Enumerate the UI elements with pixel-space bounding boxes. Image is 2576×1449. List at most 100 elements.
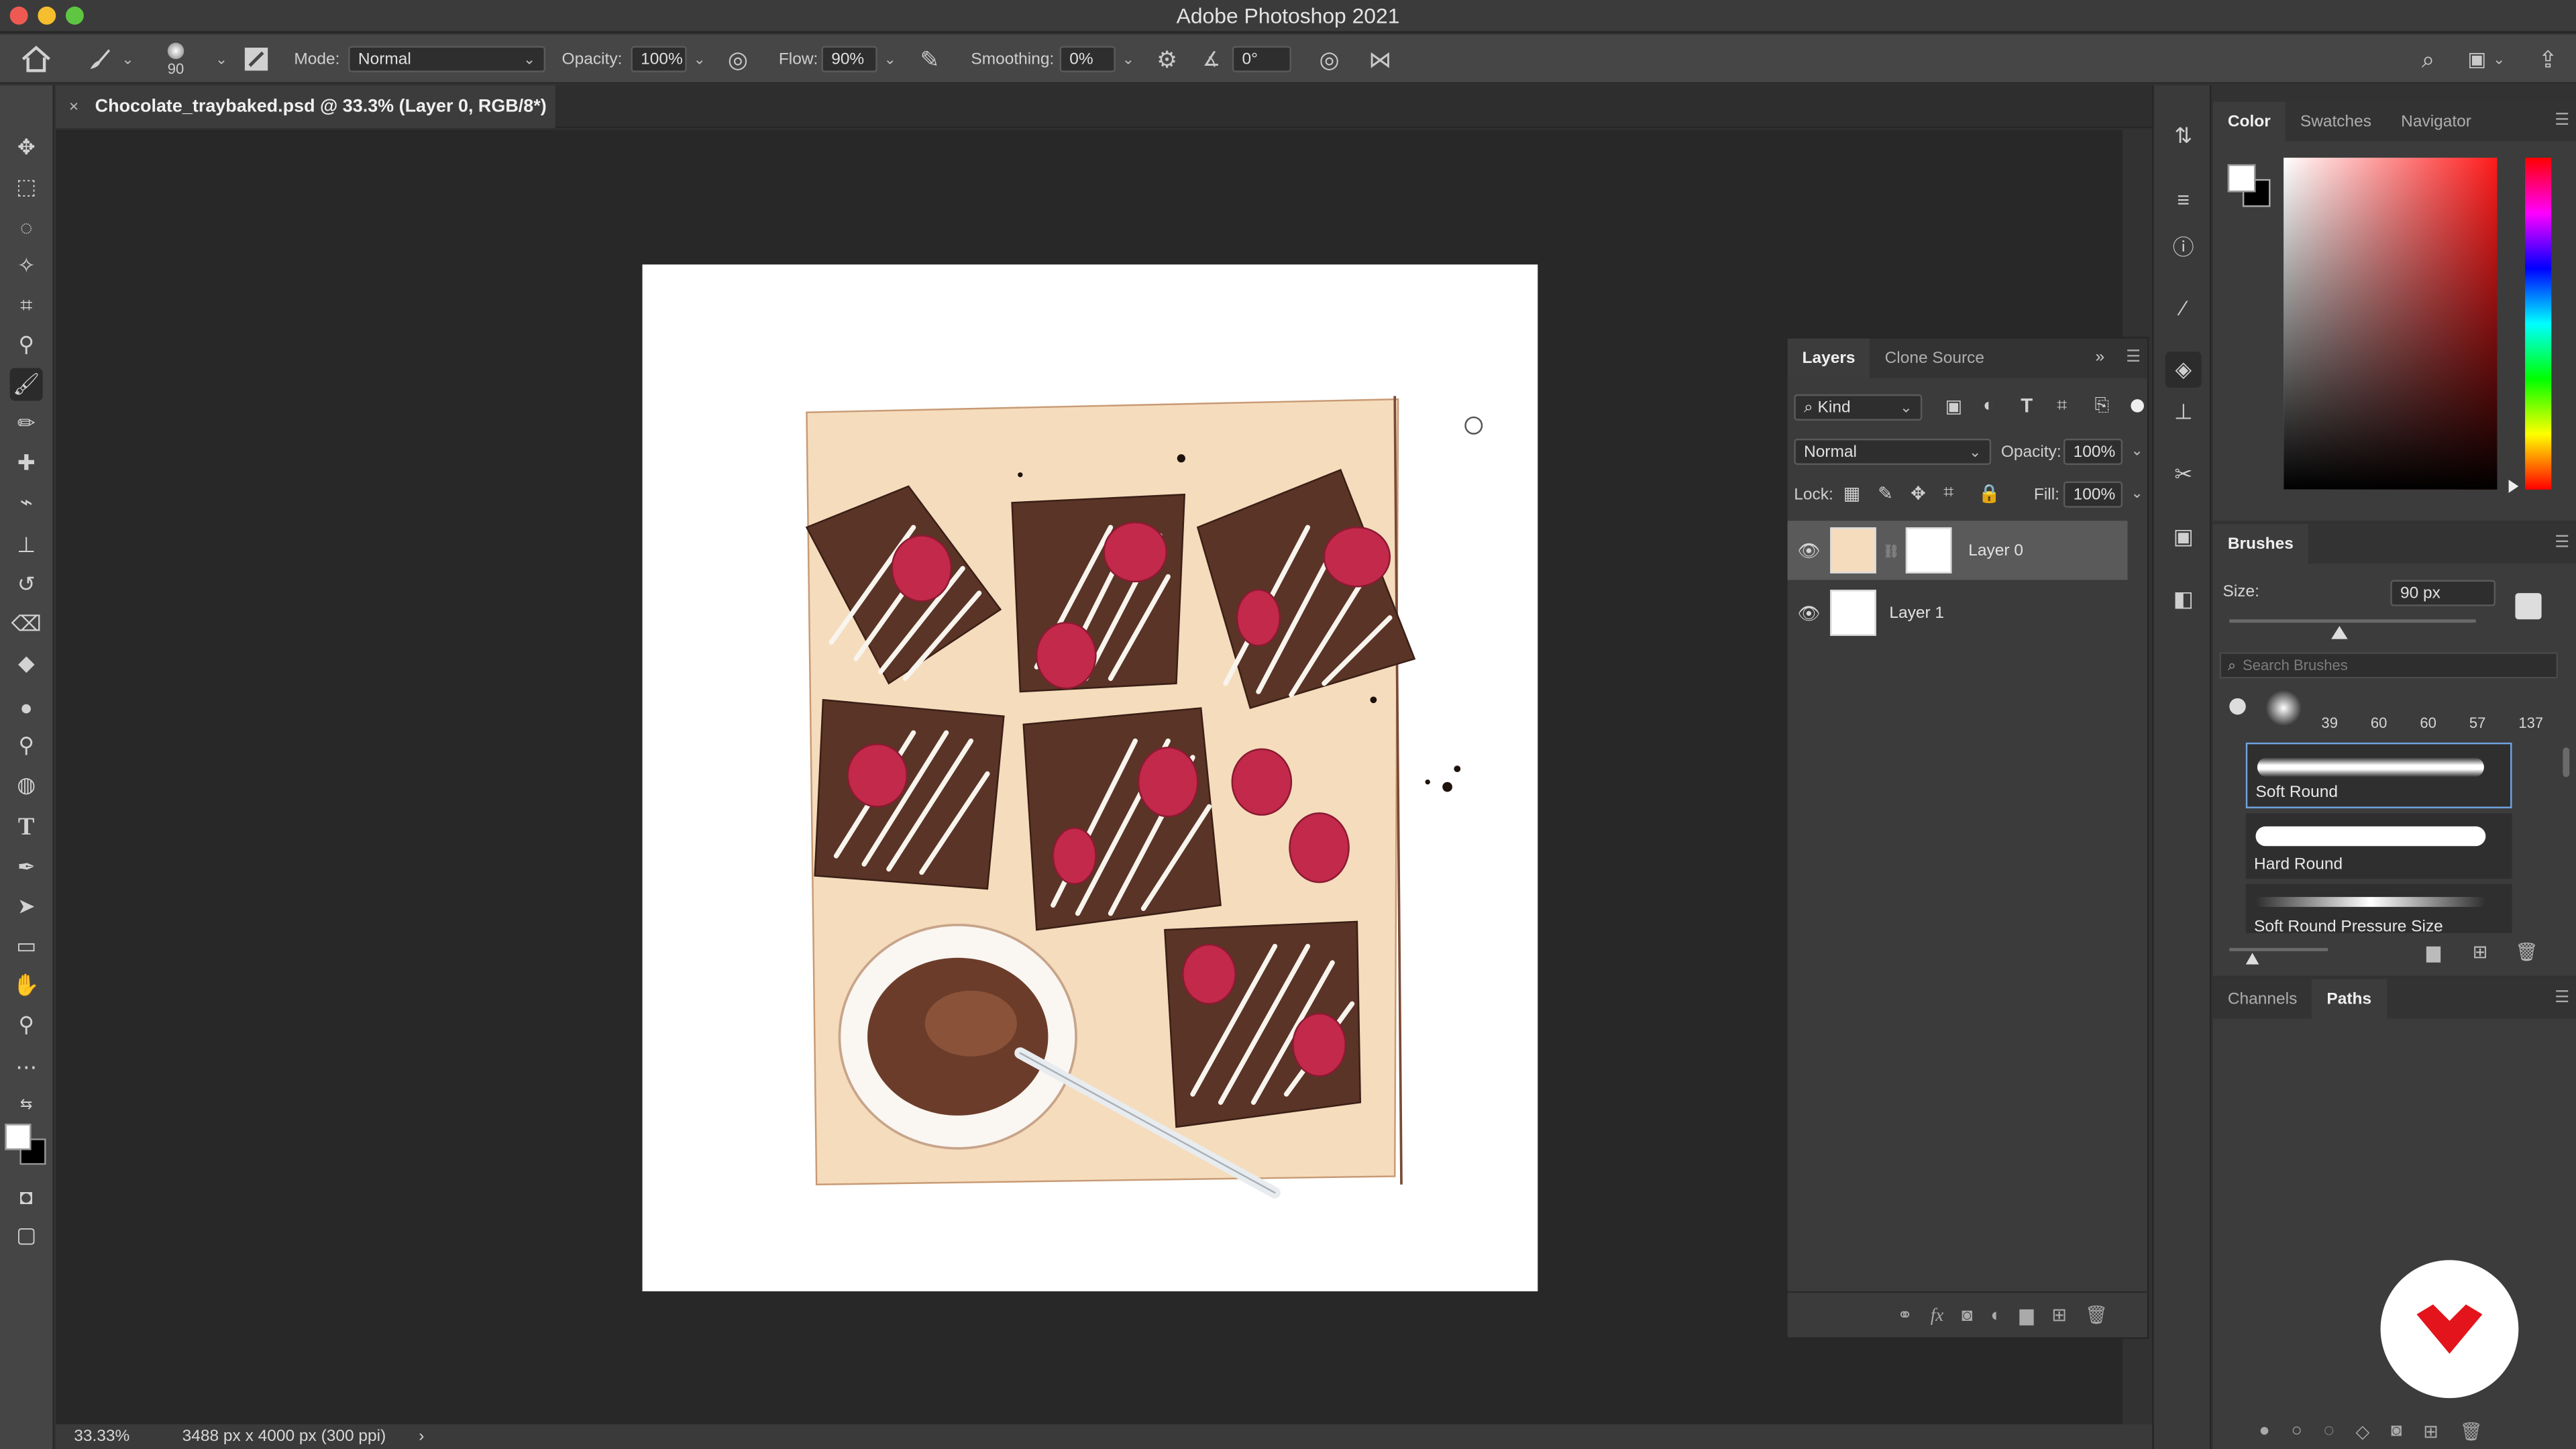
recent-brush-size[interactable]: 60: [2420, 714, 2436, 731]
brush-size-slider[interactable]: [2229, 619, 2476, 623]
chevron-down-icon[interactable]: ⌄: [2131, 442, 2143, 460]
new-layer-icon[interactable]: ⊞: [2051, 1305, 2067, 1326]
create-brush-icon[interactable]: [2515, 593, 2542, 620]
opacity-field[interactable]: 100%: [631, 46, 687, 72]
lock-pixels-icon[interactable]: ✎: [1878, 483, 1893, 504]
foreground-color-swatch[interactable]: [5, 1124, 32, 1150]
brush-tool-preset-picker[interactable]: ⌄: [85, 34, 134, 83]
tool-presets-panel-icon[interactable]: ✂: [2165, 457, 2202, 493]
clone-stamp-tool-icon[interactable]: ⊥: [10, 529, 43, 562]
marquee-tool-icon[interactable]: ⬚: [10, 171, 43, 204]
filter-type-icon[interactable]: T: [2021, 394, 2033, 417]
opacity-dropdown-icon[interactable]: ⌄: [693, 50, 705, 68]
filter-adjustment-icon[interactable]: ◐: [1983, 396, 1994, 415]
layer-mask-thumbnail[interactable]: [1906, 527, 1952, 574]
add-mask-icon[interactable]: ◙: [2391, 1421, 2402, 1442]
pressure-size-icon[interactable]: ◎: [1320, 45, 1340, 73]
brush-size-slider-thumb[interactable]: [2331, 626, 2348, 639]
zoom-level[interactable]: 33.33%: [74, 1428, 129, 1446]
saturation-brightness-field[interactable]: [2284, 158, 2498, 490]
quick-mask-icon[interactable]: ◘: [10, 1179, 43, 1212]
mixer-brush-tool-icon[interactable]: ⌁: [10, 486, 43, 519]
panel-menu-icon[interactable]: ☰: [2555, 112, 2569, 130]
brush-settings-panel-icon[interactable]: ⁄: [2165, 289, 2202, 325]
screen-mode-icon[interactable]: ▢: [10, 1219, 43, 1252]
pressure-opacity-icon[interactable]: ◎: [728, 45, 748, 73]
new-brush-icon[interactable]: ⊞: [2473, 941, 2488, 963]
magic-wand-tool-icon[interactable]: ✧: [10, 250, 43, 282]
zoom-tool-icon[interactable]: ⚲: [10, 1009, 43, 1042]
history-panel-icon[interactable]: ⇅: [2165, 118, 2202, 154]
layers-panel-icon[interactable]: ◈: [2165, 352, 2202, 388]
chevron-down-icon[interactable]: ⌄: [2131, 484, 2143, 502]
hand-tool-icon[interactable]: ✋: [10, 969, 43, 1002]
visibility-eye-icon[interactable]: 👁: [1788, 602, 1831, 623]
rectangle-tool-icon[interactable]: ▭: [10, 930, 43, 963]
add-layer-mask-icon[interactable]: ◙: [1962, 1305, 1972, 1325]
eraser-tool-icon[interactable]: ⌫: [10, 608, 43, 641]
tab-swatches[interactable]: Swatches: [2286, 102, 2386, 142]
document-tab[interactable]: × Chocolate_traybaked.psd @ 33.3% (Layer…: [56, 85, 555, 129]
sponge-tool-icon[interactable]: ◍: [10, 769, 43, 802]
path-selection-tool-icon[interactable]: ➤: [10, 890, 43, 923]
layer-style-fx-icon[interactable]: fx: [1931, 1305, 1943, 1325]
dodge-tool-icon[interactable]: ⚲: [10, 729, 43, 762]
delete-brush-icon[interactable]: 🗑: [2515, 941, 2538, 963]
tab-paths[interactable]: Paths: [2312, 979, 2387, 1019]
preview-size-thumb[interactable]: [2245, 953, 2259, 965]
flow-field[interactable]: 90%: [821, 46, 877, 72]
lock-all-icon[interactable]: 🔒: [1978, 483, 2001, 504]
document-canvas[interactable]: [642, 264, 1538, 1291]
new-group-folder-icon[interactable]: ▆: [2020, 1305, 2034, 1326]
smoothing-options-gear-icon[interactable]: ⚙: [1157, 45, 1177, 73]
delete-path-icon[interactable]: 🗑: [2460, 1421, 2483, 1442]
layer-fill-field[interactable]: 100%: [2063, 481, 2123, 508]
home-button[interactable]: [19, 34, 52, 83]
recent-brush-soft-icon[interactable]: [2265, 690, 2302, 727]
hue-slider[interactable]: [2525, 158, 2552, 490]
brush-preset-hard-round[interactable]: Hard Round: [2245, 813, 2512, 879]
recent-brush-size[interactable]: 57: [2469, 714, 2486, 731]
lasso-tool-icon[interactable]: ◌: [10, 210, 43, 243]
panel-fg-swatch[interactable]: [2227, 164, 2256, 193]
angle-field[interactable]: 0°: [1232, 46, 1291, 72]
brush-size-field[interactable]: 90 px: [2390, 580, 2496, 606]
symmetry-butterfly-icon[interactable]: ⋈: [1368, 45, 1391, 73]
blur-tool-icon[interactable]: ●: [10, 690, 43, 723]
lock-position-icon[interactable]: ✥: [1911, 483, 1926, 504]
visibility-eye-icon[interactable]: 👁: [1788, 539, 1831, 561]
layer-opacity-field[interactable]: 100%: [2063, 438, 2123, 466]
tab-brushes[interactable]: Brushes: [2212, 524, 2308, 564]
collapse-panel-icon[interactable]: »: [2096, 348, 2105, 366]
tab-layers[interactable]: Layers: [1787, 338, 1870, 378]
layer-kind-filter[interactable]: ⌕ Kind ⌄: [1794, 394, 1923, 421]
stroke-path-icon[interactable]: ○: [2292, 1421, 2302, 1442]
info-panel-icon[interactable]: ⓘ: [2165, 227, 2202, 263]
more-tools-icon[interactable]: ⋯: [10, 1051, 43, 1084]
new-path-icon[interactable]: ⊞: [2423, 1421, 2438, 1442]
share-icon[interactable]: ⇪: [2538, 45, 2558, 73]
panel-menu-icon[interactable]: ☰: [2555, 534, 2569, 552]
hue-slider-marker[interactable]: [2508, 480, 2519, 493]
filter-smart-object-icon[interactable]: ⎘: [2094, 396, 2109, 417]
load-selection-icon[interactable]: ◌: [2324, 1421, 2334, 1442]
default-colors-icon[interactable]: ⇆: [10, 1087, 43, 1120]
brush-preset-soft-round-pressure-size[interactable]: Soft Round Pressure Size: [2245, 883, 2512, 934]
workspace-icon[interactable]: ▣: [2467, 48, 2486, 70]
brush-tool-icon[interactable]: 🖌: [9, 368, 43, 401]
search-brushes-input[interactable]: ⌕ Search Brushes: [2219, 652, 2559, 679]
filter-toggle-icon[interactable]: [2131, 399, 2144, 413]
close-document-icon[interactable]: ×: [69, 98, 78, 116]
mode-select[interactable]: Normal ⌄: [348, 46, 546, 72]
filter-shape-icon[interactable]: ⌗: [2057, 396, 2067, 417]
clone-source-panel-icon[interactable]: ⊥: [2165, 394, 2202, 431]
smoothing-dropdown-icon[interactable]: ⌄: [1122, 50, 1134, 68]
history-brush-tool-icon[interactable]: ↺: [10, 568, 43, 601]
chevron-down-icon[interactable]: ⌄: [2493, 50, 2505, 68]
new-group-icon[interactable]: ▆: [2426, 941, 2440, 963]
fill-path-icon[interactable]: ●: [2259, 1421, 2269, 1442]
panel-menu-icon[interactable]: ☰: [2555, 989, 2569, 1007]
search-icon[interactable]: ⌕: [2422, 45, 2434, 73]
lock-artboard-icon[interactable]: ⌗: [1943, 483, 1953, 504]
adjustments-panel-icon[interactable]: ≡: [2165, 180, 2202, 217]
